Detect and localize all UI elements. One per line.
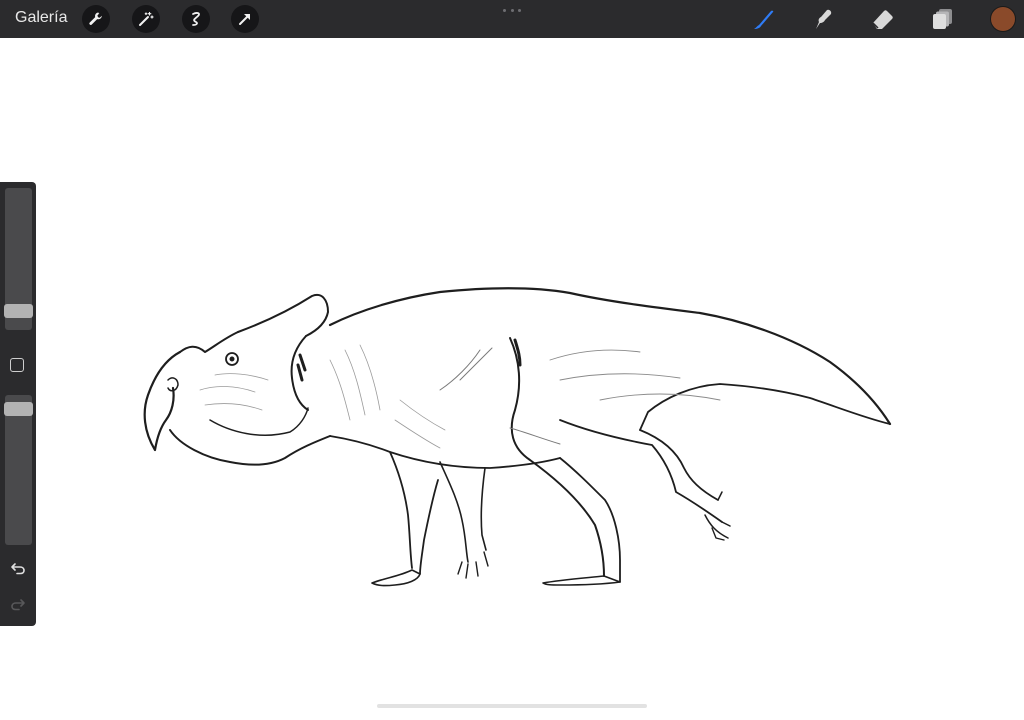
undo-icon [11,563,25,575]
redo-icon [11,599,25,611]
eraser-icon [872,10,893,29]
eraser-button[interactable] [870,6,896,32]
color-picker-button[interactable] [991,7,1015,31]
brush-button[interactable] [751,6,777,32]
opacity-thumb[interactable] [4,402,33,416]
brush-icon [754,10,774,29]
home-indicator[interactable] [377,704,647,708]
smudge-button[interactable] [810,6,836,32]
undo-button[interactable] [8,558,28,578]
layers-button[interactable] [930,6,956,32]
layers-icon [933,9,952,29]
selection-icon [192,12,200,26]
brush-size-thumb[interactable] [4,304,33,318]
sketch-illustration [143,287,892,587]
opacity-slider[interactable] [5,395,32,545]
redo-button[interactable] [8,594,28,614]
gallery-button[interactable]: Galería [15,9,67,27]
modify-button[interactable] [10,358,24,372]
side-toolbar [0,182,36,626]
smudge-icon [816,9,832,29]
transform-arrow-icon [239,14,250,25]
drawing-canvas[interactable] [0,38,1024,715]
selection-button[interactable] [182,5,210,33]
magic-wand-icon [139,11,154,26]
wrench-icon [89,12,102,25]
adjustments-button[interactable] [132,5,160,33]
top-toolbar: Galería [0,0,1024,38]
transform-button[interactable] [231,5,259,33]
actions-button[interactable] [82,5,110,33]
toolbar-grab-handle[interactable] [503,9,521,13]
